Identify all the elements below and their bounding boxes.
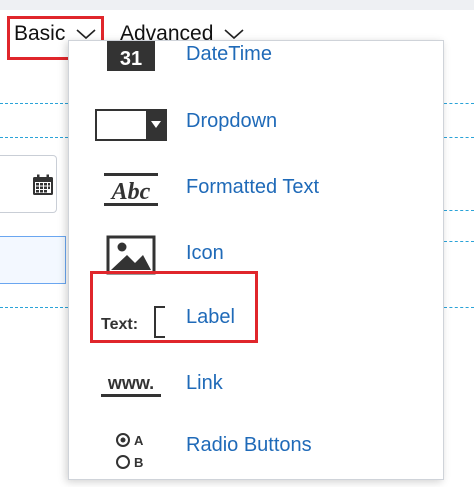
drop-guide-line [0, 307, 68, 308]
annotation-highlight-label [90, 271, 258, 343]
svg-text:B: B [134, 455, 143, 470]
menu-item-link[interactable]: www. Link [69, 355, 443, 421]
dropdown-control-icon [95, 109, 167, 141]
menu-item-label: Link [186, 372, 223, 394]
svg-text:Abc: Abc [110, 179, 151, 205]
calendar-icon[interactable] [32, 174, 54, 196]
drop-guide-line [0, 137, 68, 138]
calendar-31-icon: 31 [107, 41, 155, 71]
drop-guide-line [444, 210, 474, 211]
svg-text:31: 31 [120, 48, 142, 70]
drop-guide-line [444, 307, 474, 308]
date-input-field[interactable] [0, 155, 57, 213]
top-stripe [0, 0, 474, 10]
drop-guide-line [444, 241, 474, 242]
basic-controls-menu: 31 DateTime Dropdown Abc Formatted Text … [68, 40, 444, 480]
menu-item-label: Radio Buttons [186, 434, 312, 456]
menu-item-radio-buttons[interactable]: A B Radio Buttons [69, 421, 443, 487]
svg-text:www.: www. [107, 373, 154, 393]
selected-canvas-field[interactable] [0, 236, 66, 284]
menu-item-label: DateTime [186, 43, 272, 65]
formatted-text-abc-icon: Abc [104, 173, 158, 206]
menu-item-dropdown[interactable]: Dropdown [69, 91, 443, 157]
drop-guide-line [0, 103, 68, 104]
menu-item-label: Dropdown [186, 110, 278, 132]
menu-item-formatted-text[interactable]: Abc Formatted Text [69, 157, 443, 223]
menu-item-datetime[interactable]: 31 DateTime [69, 27, 443, 93]
drop-guide-line [444, 137, 474, 138]
radio-buttons-icon: A B [116, 433, 144, 470]
drop-guide-line [444, 103, 474, 104]
menu-item-label: Formatted Text [186, 176, 320, 198]
svg-text:A: A [134, 433, 144, 448]
menu-item-label: Icon [186, 242, 224, 264]
www-link-icon: www. [101, 373, 161, 397]
